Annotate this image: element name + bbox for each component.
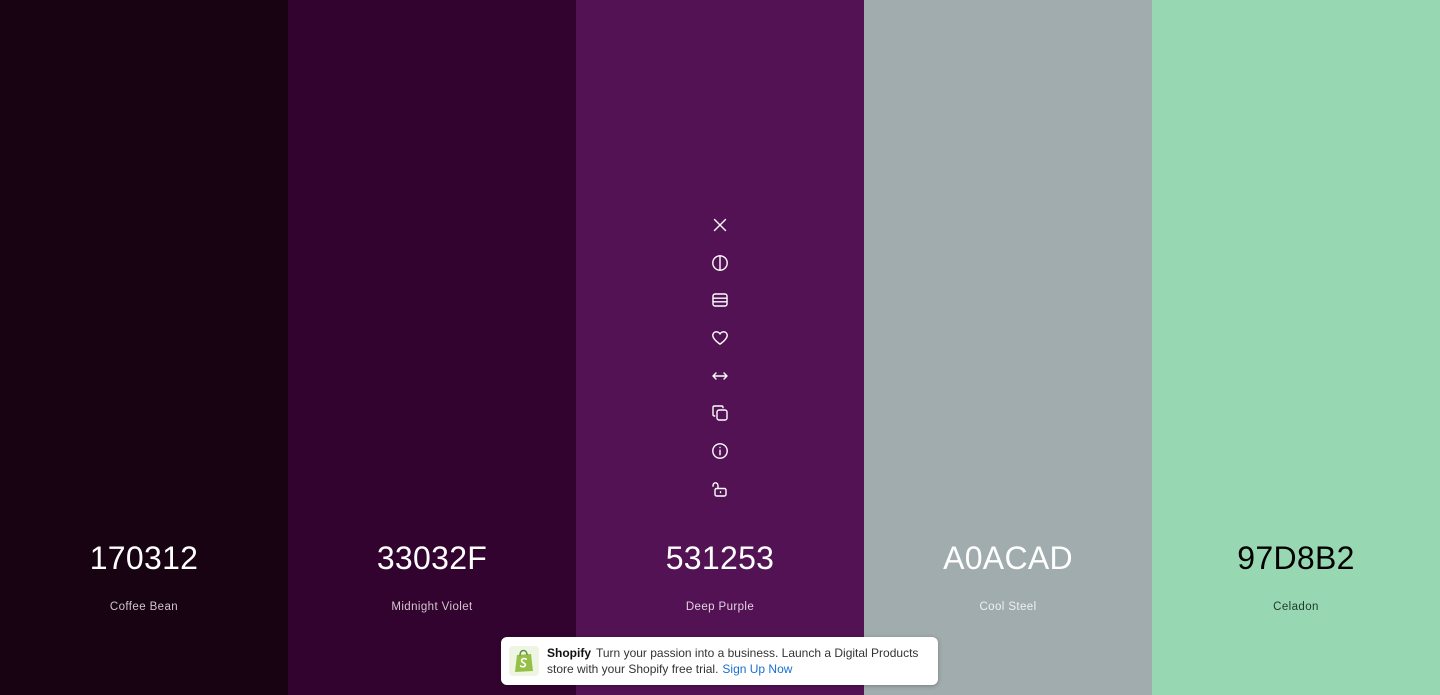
- view-shades-contrast-button[interactable]: [707, 250, 733, 276]
- copy-icon: [712, 405, 728, 422]
- close-icon: [713, 218, 727, 232]
- swatch-cool-steel[interactable]: A0ACAD Cool Steel: [864, 0, 1152, 695]
- swatch-toolbar: [576, 212, 864, 514]
- view-shades-button[interactable]: [707, 287, 733, 313]
- ad-copy: Shopify Turn your passion into a business…: [547, 646, 928, 677]
- shades-icon: [712, 293, 728, 308]
- shopify-logo: [509, 646, 539, 676]
- swatch-hex-code[interactable]: 531253: [576, 540, 864, 577]
- drag-color-button[interactable]: [707, 363, 733, 389]
- palette: 170312 Coffee Bean 33032F Midnight Viole…: [0, 0, 1440, 695]
- swatch-deep-purple[interactable]: 531253 Deep Purple: [576, 0, 864, 695]
- ad-brand: Shopify: [547, 646, 591, 660]
- swatch-color-name[interactable]: Midnight Violet: [288, 601, 576, 613]
- swatch-hex-code[interactable]: 33032F: [288, 540, 576, 577]
- save-color-button[interactable]: [707, 325, 733, 351]
- swatch-midnight-violet[interactable]: 33032F Midnight Violet: [288, 0, 576, 695]
- swatch-color-name[interactable]: Coffee Bean: [0, 601, 288, 613]
- heart-icon: [712, 331, 728, 345]
- swatch-hex-code[interactable]: A0ACAD: [864, 540, 1152, 577]
- swatch-color-name[interactable]: Celadon: [1152, 601, 1440, 613]
- lock-color-button[interactable]: [707, 476, 733, 502]
- swatch-color-name[interactable]: Cool Steel: [864, 601, 1152, 613]
- swatch-hex-code[interactable]: 170312: [0, 540, 288, 577]
- swatch-color-name[interactable]: Deep Purple: [576, 601, 864, 613]
- swatch-hex-code[interactable]: 97D8B2: [1152, 540, 1440, 577]
- contrast-icon: [712, 254, 728, 271]
- color-info-button[interactable]: [707, 438, 733, 464]
- info-icon: [712, 443, 728, 460]
- swatch-coffee-bean[interactable]: 170312 Coffee Bean: [0, 0, 288, 695]
- swatch-celadon[interactable]: 97D8B2 Celadon: [1152, 0, 1440, 695]
- shopify-bag-icon: [515, 649, 533, 672]
- remove-color-button[interactable]: [707, 212, 733, 238]
- lock-open-icon: [712, 481, 727, 497]
- shopify-ad-banner[interactable]: Shopify Turn your passion into a business…: [501, 637, 938, 685]
- ad-signup-link[interactable]: Sign Up Now: [722, 662, 792, 676]
- copy-hex-button[interactable]: [707, 400, 733, 426]
- drag-arrows-icon: [712, 372, 728, 380]
